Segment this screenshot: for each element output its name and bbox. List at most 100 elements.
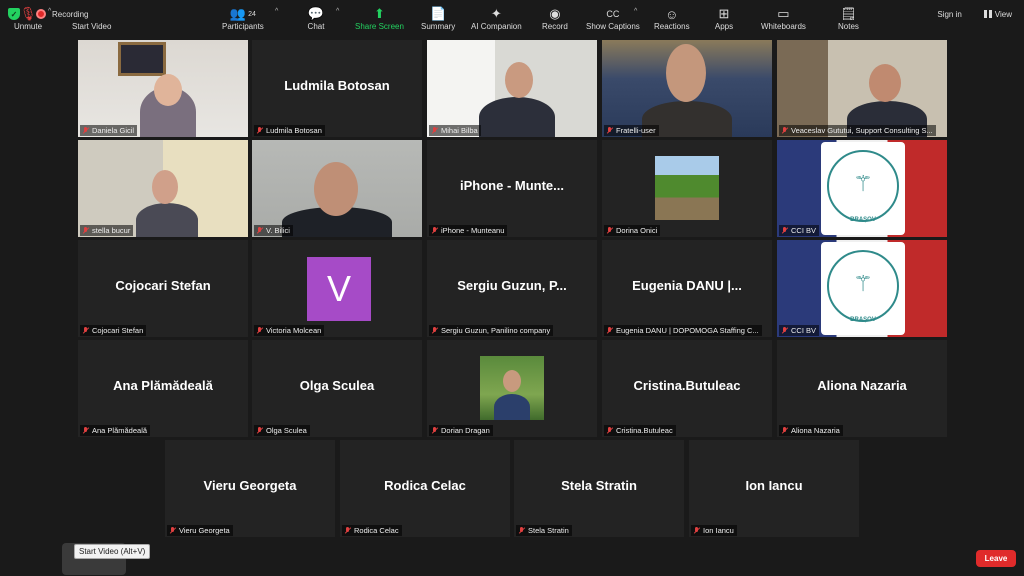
participant-tile[interactable]: stella bucur <box>78 140 248 237</box>
participant-tile[interactable]: V Victoria Molcean <box>252 240 422 337</box>
participant-face <box>666 44 706 102</box>
participants-button[interactable]: 👥 24 Participants <box>222 6 264 31</box>
muted-mic-icon <box>344 527 351 534</box>
muted-mic-icon <box>606 127 613 134</box>
muted-microphone-icon: 🎙 <box>19 6 37 21</box>
share-screen-button[interactable]: ⬆ Share Screen <box>355 6 404 31</box>
participant-face <box>154 74 182 106</box>
participant-video <box>602 40 772 137</box>
record-button[interactable]: ◉ Record <box>542 6 568 31</box>
muted-mic-icon <box>82 227 89 234</box>
start-video-button[interactable]: Start Video <box>72 6 111 31</box>
participant-tile[interactable]: ⚚ BRAȘOV CCI BV <box>777 240 947 337</box>
participant-name: Ion Iancu <box>691 525 737 536</box>
muted-mic-icon <box>781 427 788 434</box>
participant-tile[interactable]: Daniela Gicil <box>78 40 248 137</box>
participant-face <box>869 64 901 102</box>
participant-tile[interactable]: Dorian Dragan <box>427 340 597 437</box>
chat-chevron-icon[interactable]: ^ <box>336 8 339 15</box>
participant-name: Aliona Nazaria <box>779 425 843 436</box>
participant-name: Victoria Molcean <box>254 325 325 336</box>
chat-button[interactable]: 💬 Chat <box>306 6 326 31</box>
whiteboards-button[interactable]: ▭ Whiteboards <box>761 6 806 31</box>
audio-options-chevron-icon[interactable]: ^ <box>48 8 51 15</box>
participant-tile[interactable]: Veaceslav Gututui, Support Consulting S.… <box>777 40 947 137</box>
participant-tile[interactable]: iPhone - Munte... iPhone - Munteanu <box>427 140 597 237</box>
participant-figure <box>136 203 198 237</box>
participant-tile[interactable]: Dorina Onici <box>602 140 772 237</box>
participant-tile[interactable]: Stela Stratin Stela Stratin <box>514 440 684 537</box>
summary-button[interactable]: 📄 Summary <box>421 6 455 31</box>
participant-display-name: Olga Sculea <box>299 378 375 393</box>
apps-button[interactable]: ⊞ Apps <box>714 6 734 31</box>
cci-logo: ⚚ BRAȘOV <box>821 142 905 235</box>
participant-tile[interactable]: Ludmila Botosan Ludmila Botosan <box>252 40 422 137</box>
muted-mic-icon <box>169 527 176 534</box>
sign-in-button[interactable]: Sign in <box>933 7 965 22</box>
muted-mic-icon <box>256 227 263 234</box>
participant-display-name: Eugenia DANU |... <box>632 278 742 293</box>
participant-video <box>427 40 597 137</box>
participant-name: CCI BV <box>779 225 820 236</box>
participant-display-name: Aliona Nazaria <box>817 378 907 393</box>
participant-tile[interactable]: Cojocari Stefan Cojocari Stefan <box>78 240 248 337</box>
unmute-button[interactable]: 🎙 Unmute <box>14 6 42 31</box>
participant-name: Eugenia DANU | DOPOMOGA Staffing C... <box>604 325 762 336</box>
muted-mic-icon <box>606 327 613 334</box>
captions-chevron-icon[interactable]: ^ <box>634 8 637 15</box>
muted-mic-icon <box>82 127 89 134</box>
muted-mic-icon <box>781 227 788 234</box>
participant-display-name: Cojocari Stefan <box>115 278 211 293</box>
participant-display-name: Stela Stratin <box>561 478 637 493</box>
wall-picture <box>118 42 166 76</box>
participant-name: Cristina.Butuleac <box>604 425 676 436</box>
participant-tile[interactable]: Aliona Nazaria Aliona Nazaria <box>777 340 947 437</box>
participants-chevron-icon[interactable]: ^ <box>275 8 278 15</box>
profile-picture <box>655 156 719 220</box>
show-captions-button[interactable]: CC Show Captions <box>586 6 640 31</box>
video-gallery: Daniela Gicil Ludmila Botosan Ludmila Bo… <box>0 40 1024 538</box>
participant-name: Cojocari Stefan <box>80 325 147 336</box>
participant-tile[interactable]: Vieru Georgeta Vieru Georgeta <box>165 440 335 537</box>
participant-tile[interactable]: Ion Iancu Ion Iancu <box>689 440 859 537</box>
participant-tile[interactable]: Rodica Celac Rodica Celac <box>340 440 510 537</box>
participant-face <box>314 162 358 216</box>
participant-name: Daniela Gicil <box>80 125 138 136</box>
ai-companion-button[interactable]: ✦ AI Companion <box>471 6 522 31</box>
muted-mic-icon <box>431 127 438 134</box>
participant-name: CCI BV <box>779 325 820 336</box>
notes-button[interactable]: 🗒 Notes <box>838 6 859 31</box>
participant-display-name: Ludmila Botosan <box>284 78 390 93</box>
participant-tile[interactable]: Ana Plămădeală Ana Plămădeală <box>78 340 248 437</box>
participant-tile[interactable]: Sergiu Guzun, P... Sergiu Guzun, Panilin… <box>427 240 597 337</box>
leave-button[interactable]: Leave <box>976 550 1016 567</box>
participant-display-name: Vieru Georgeta <box>203 478 297 493</box>
reactions-button[interactable]: ☺ Reactions <box>654 6 690 32</box>
participant-name: V. Bilici <box>254 225 293 236</box>
participant-display-name: Ion Iancu <box>745 478 803 493</box>
avatar: V <box>307 257 371 321</box>
active-speaker-tile[interactable]: V. Bilici <box>252 140 422 237</box>
participant-name: Veaceslav Gututui, Support Consulting S.… <box>779 125 936 136</box>
muted-mic-icon <box>431 427 438 434</box>
muted-mic-icon <box>693 527 700 534</box>
participant-tile[interactable]: Olga Sculea Olga Sculea <box>252 340 422 437</box>
view-button[interactable]: View <box>980 7 1016 22</box>
participant-display-name: Rodica Celac <box>384 478 466 493</box>
participants-count: 24 <box>248 10 256 18</box>
participant-tile[interactable]: ⚚ BRAȘOV CCI BV <box>777 140 947 237</box>
participant-face <box>152 170 178 204</box>
video-camera-off-icon <box>82 6 102 22</box>
muted-mic-icon <box>82 327 89 334</box>
participant-tile[interactable]: Eugenia DANU |... Eugenia DANU | DOPOMOG… <box>602 240 772 337</box>
muted-mic-icon <box>256 127 263 134</box>
participant-name: stella bucur <box>80 225 134 236</box>
record-icon: ◉ <box>549 6 561 21</box>
participant-tile[interactable]: Fratelli-user <box>602 40 772 137</box>
muted-mic-icon <box>256 327 263 334</box>
muted-mic-icon <box>781 127 788 134</box>
participant-tile[interactable]: Mihai Bilba <box>427 40 597 137</box>
participants-icon: 👥 <box>229 6 247 21</box>
participant-tile[interactable]: Cristina.Butuleac Cristina.Butuleac <box>602 340 772 437</box>
muted-mic-icon <box>518 527 525 534</box>
